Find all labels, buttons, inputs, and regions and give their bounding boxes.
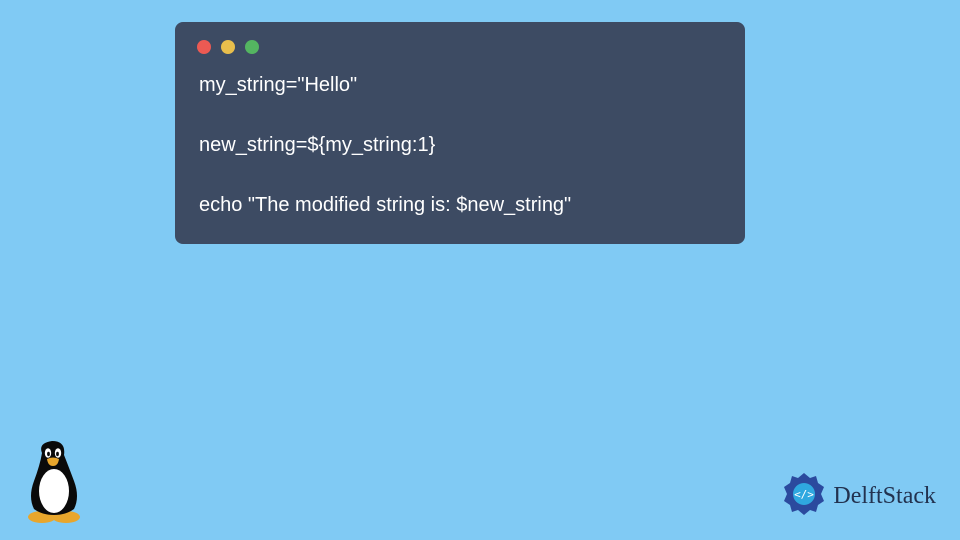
code-line: echo "The modified string is: $new_strin… (199, 194, 571, 216)
delftstack-logo-icon: </> (781, 471, 827, 522)
minimize-icon (221, 40, 235, 54)
brand-name: DelftStack (833, 483, 936, 510)
linux-tux-icon (18, 439, 90, 528)
window-traffic-lights (197, 40, 725, 54)
code-line: new_string=${my_string:1} (199, 134, 435, 156)
maximize-icon (245, 40, 259, 54)
code-line: my_string="Hello" (199, 74, 357, 96)
svg-text:</>: </> (794, 488, 814, 501)
close-icon (197, 40, 211, 54)
code-block: my_string="Hello" new_string=${my_string… (199, 70, 725, 220)
code-window: my_string="Hello" new_string=${my_string… (175, 22, 745, 244)
brand: </> DelftStack (781, 471, 936, 522)
